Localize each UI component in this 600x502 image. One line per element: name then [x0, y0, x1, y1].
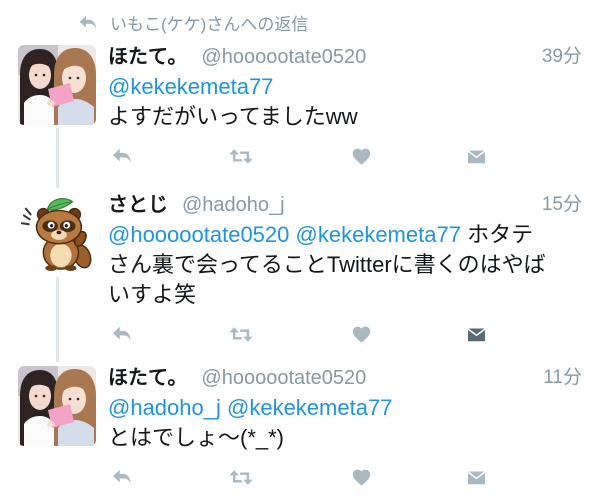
tweet-text-line: @kekekemeta77 [108, 72, 582, 102]
reply-icon[interactable] [110, 465, 134, 489]
tweet[interactable]: ほたて。 @hoooootate0520 11分 @hadoho_j @kekek… [0, 361, 600, 496]
avatar-photo [18, 366, 96, 446]
reply-context-text: いもこ(ケケ)さんへの返信 [110, 14, 309, 34]
author-name[interactable]: さとじ [108, 194, 168, 216]
avatar[interactable] [18, 193, 96, 273]
like-icon[interactable] [349, 465, 373, 489]
direct-message-icon[interactable] [464, 322, 488, 346]
tweet-text: いすよ笑 [108, 282, 197, 307]
timestamp: 15分 [541, 194, 582, 215]
tweet-text: ホタテ [467, 222, 534, 247]
direct-message-icon[interactable] [464, 465, 488, 489]
mention-link[interactable]: @kekekemeta77 [296, 222, 461, 247]
reply-icon[interactable] [110, 144, 134, 168]
tweet[interactable]: ほたて。 @hoooootate0520 39分 @kekekemeta77 よす… [0, 40, 600, 172]
avatar[interactable] [18, 45, 96, 125]
timestamp: 39分 [541, 46, 582, 67]
reply-context[interactable]: いもこ(ケケ)さんへの返信 [78, 10, 308, 34]
reply-icon [78, 13, 98, 31]
tweet-header: ほたて。 @hoooootate0520 39分 [108, 42, 582, 72]
like-icon[interactable] [349, 322, 373, 346]
tweet-header: さとじ @hadoho_j 15分 [108, 190, 582, 220]
author-handle[interactable]: @hoooootate0520 [201, 367, 366, 389]
tweet-actions [108, 144, 582, 168]
author-handle[interactable]: @hadoho_j [182, 194, 285, 216]
tweet[interactable]: さとじ @hadoho_j 15分 @hoooootate0520 @kekeke… [0, 188, 600, 348]
tweet-text-line: @hoooootate0520 @kekekemeta77 ホタテ [108, 220, 582, 250]
tweet-actions [108, 465, 582, 489]
retweet-icon[interactable] [229, 322, 253, 346]
tweet-text-line: @hadoho_j @kekekemeta77 [108, 393, 582, 423]
mention-link[interactable]: @kekekemeta77 [108, 74, 273, 99]
direct-message-icon[interactable] [464, 144, 488, 168]
author-name[interactable]: ほたて。 [108, 367, 187, 389]
tweet-content: さとじ @hadoho_j 15分 @hoooootate0520 @kekeke… [108, 190, 582, 346]
mention-link[interactable]: @kekekemeta77 [227, 395, 392, 420]
tweet-actions [108, 322, 582, 346]
timestamp: 11分 [543, 367, 582, 388]
tweet-text-line: さん裏で会ってることTwitterに書くのはやば [108, 250, 582, 280]
tweet-text: さん裏で会ってることTwitterに書くのはやば [108, 252, 546, 277]
avatar-tanuki [20, 198, 92, 272]
tweet-text: とはでしょ〜(*_*) [108, 425, 285, 450]
mention-link[interactable]: @hadoho_j [108, 395, 221, 420]
tweet-content: ほたて。 @hoooootate0520 39分 @kekekemeta77 よす… [108, 42, 582, 168]
retweet-icon[interactable] [229, 465, 253, 489]
author-name[interactable]: ほたて。 [108, 46, 187, 68]
tweet-text: よすだがいってましたww [108, 104, 358, 129]
tweet-text-line: いすよ笑 [108, 280, 582, 310]
avatar-photo [18, 45, 96, 125]
mention-link[interactable]: @hoooootate0520 [108, 222, 289, 247]
avatar[interactable] [18, 366, 96, 446]
tweet-text-line: よすだがいってましたww [108, 102, 582, 132]
tweet-text-line: とはでしょ〜(*_*) [108, 423, 582, 453]
like-icon[interactable] [349, 144, 373, 168]
tweet-header: ほたて。 @hoooootate0520 11分 [108, 363, 582, 393]
tweet-content: ほたて。 @hoooootate0520 11分 @hadoho_j @kekek… [108, 363, 582, 489]
reply-icon[interactable] [110, 322, 134, 346]
retweet-icon[interactable] [229, 144, 253, 168]
author-handle[interactable]: @hoooootate0520 [201, 46, 366, 68]
